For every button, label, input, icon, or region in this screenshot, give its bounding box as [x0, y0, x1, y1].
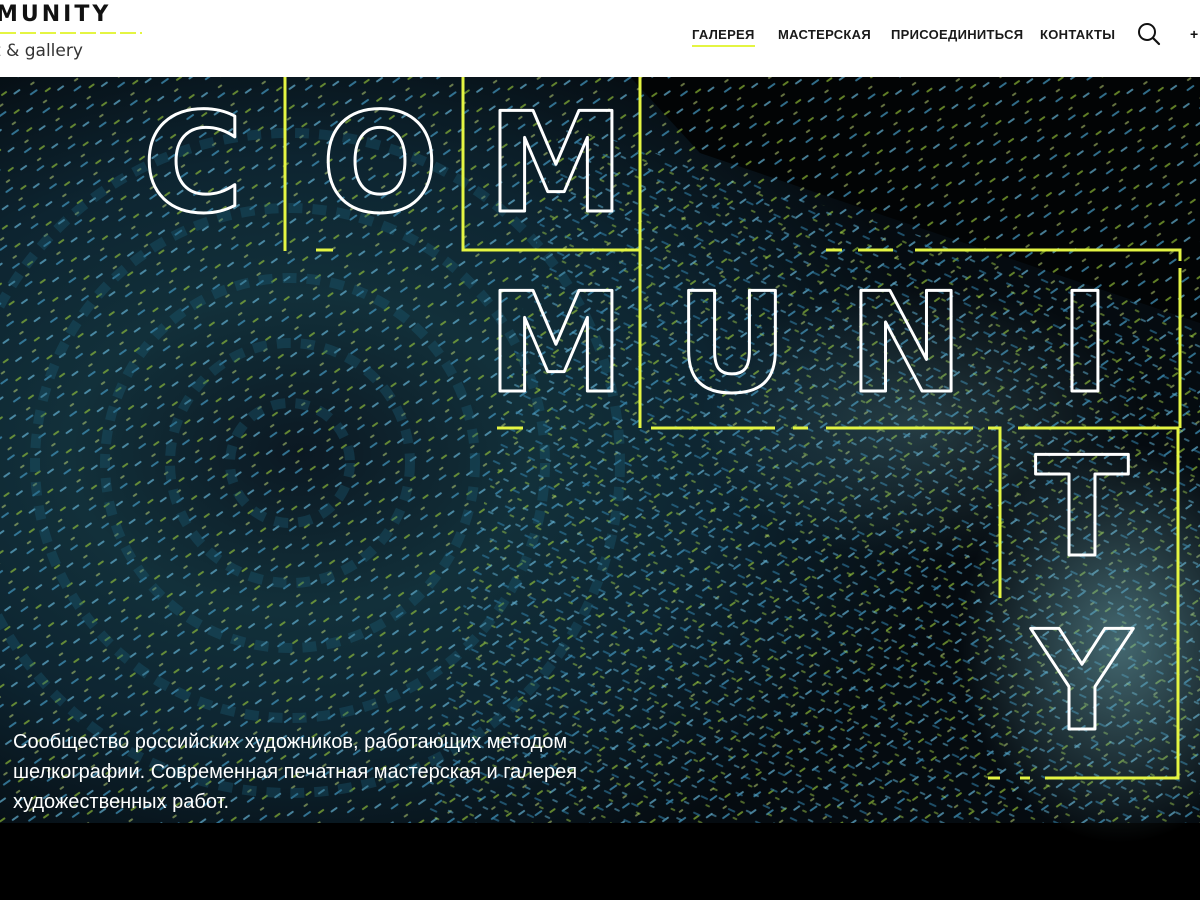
logo-underline: [0, 32, 142, 34]
hero-section: C O M M U N I T Y Сообщество российских …: [0, 77, 1200, 900]
nav-item-gallery[interactable]: ГАЛЕРЕЯ: [692, 27, 755, 47]
hero-letter-m2: M: [487, 263, 624, 424]
nav-item-contacts[interactable]: КОНТАКТЫ: [1040, 27, 1115, 42]
logo-title: MUNITY: [0, 2, 112, 27]
hero-letter-n: N: [848, 263, 964, 424]
hero-letter-o: O: [321, 83, 438, 244]
hero-letter-i: I: [1059, 263, 1110, 424]
nav-item-join[interactable]: ПРИСОЕДИНИТЬСЯ: [891, 27, 1023, 42]
hero-letter-m1: M: [487, 83, 624, 244]
hero-letter-u: U: [676, 263, 788, 424]
search-icon[interactable]: [1137, 22, 1161, 46]
logo[interactable]: MUNITY t & gallery: [0, 0, 160, 77]
more-icon[interactable]: +: [1190, 26, 1198, 42]
hero-letter-y: Y: [1030, 601, 1134, 762]
hero-letter-t: T: [1035, 427, 1129, 588]
hero-letter-c: C: [142, 83, 243, 244]
nav-item-workshop[interactable]: МАСТЕРСКАЯ: [778, 27, 871, 42]
site-header: MUNITY t & gallery ГАЛЕРЕЯ МАСТЕРСКАЯ ПР…: [0, 0, 1200, 77]
hero-description: Сообщество российских художников, работа…: [13, 731, 578, 813]
logo-subtitle: t & gallery: [0, 41, 83, 61]
